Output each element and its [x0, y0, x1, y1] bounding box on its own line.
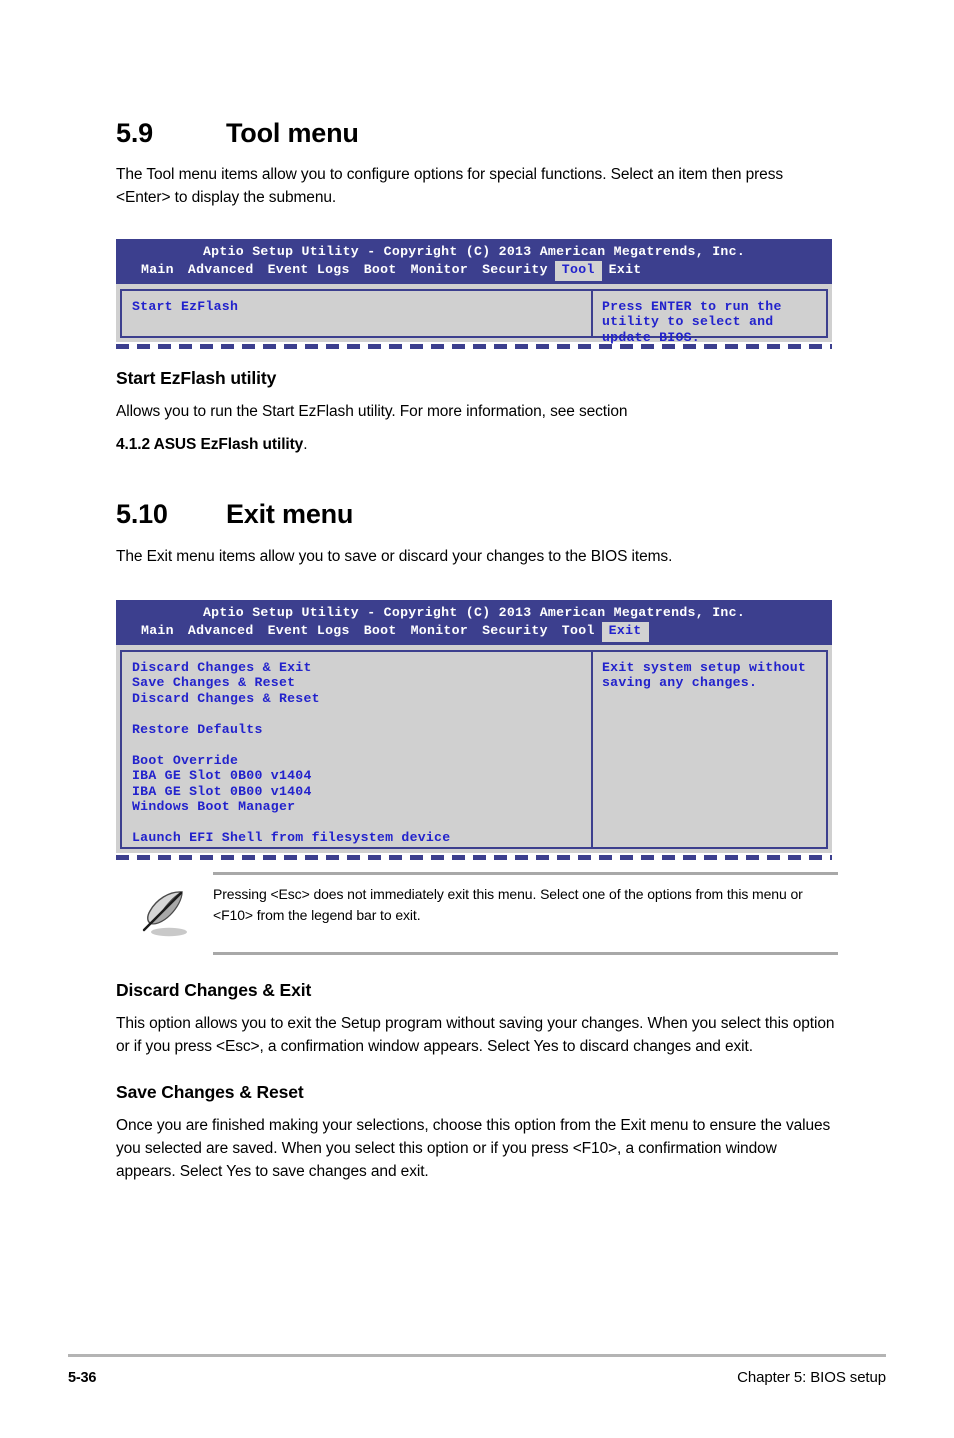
- bios-help-pane-exit: Exit system setup without saving any cha…: [592, 649, 828, 849]
- bios-item-spacer: [132, 815, 591, 831]
- tab-exit[interactable]: Exit: [601, 622, 649, 642]
- bios-item-launch-efi-shell[interactable]: Launch EFI Shell from filesystem device: [132, 830, 591, 846]
- bios-title-exit: Aptio Setup Utility - Copyright (C) 2013…: [202, 604, 746, 620]
- note-callout: Pressing <Esc> does not immediately exit…: [116, 871, 838, 955]
- subheading-save-changes-and-reset: Save Changes & Reset: [116, 1082, 304, 1103]
- section-heading-tool-menu: 5.9 Tool menu: [116, 118, 838, 149]
- bios-item-spacer: [132, 737, 591, 753]
- bios-header-tool: Aptio Setup Utility - Copyright (C) 2013…: [116, 238, 832, 284]
- tab-tool[interactable]: Tool: [554, 261, 602, 281]
- bios-item-save-changes-and-reset[interactable]: Save Changes & Reset: [132, 675, 591, 691]
- footer-chapter-label: Chapter 5: BIOS setup: [737, 1369, 886, 1386]
- bios-screen-tool: Aptio Setup Utility - Copyright (C) 2013…: [116, 238, 832, 349]
- bios-header-exit: Aptio Setup Utility - Copyright (C) 2013…: [116, 599, 832, 645]
- note-bottom-rule: [213, 951, 838, 955]
- bios-help-line: Exit system setup without: [602, 659, 807, 675]
- bios-item-list-exit: Discard Changes & Exit Save Changes & Re…: [120, 649, 592, 849]
- bios-item-list-tool: Start EzFlash: [120, 288, 592, 338]
- bios-dashed-divider-exit: [116, 854, 832, 860]
- tab-boot[interactable]: Boot: [357, 261, 404, 281]
- bios-item-spacer: [132, 706, 591, 722]
- footer-rule: [68, 1354, 886, 1357]
- tab-advanced[interactable]: Advanced: [181, 622, 261, 642]
- bios-item-discard-changes-and-exit[interactable]: Discard Changes & Exit: [132, 660, 591, 676]
- quill-pen-icon: [116, 884, 213, 942]
- bios-item-restore-defaults[interactable]: Restore Defaults: [132, 722, 591, 738]
- bios-item-start-ezflash[interactable]: Start EzFlash: [132, 299, 591, 315]
- tab-main[interactable]: Main: [134, 622, 181, 642]
- tab-security[interactable]: Security: [475, 261, 555, 281]
- discard-changes-and-exit-body: This option allows you to exit the Setup…: [116, 1014, 835, 1055]
- tab-monitor[interactable]: Monitor: [404, 261, 476, 281]
- subheading-discard-changes-and-exit: Discard Changes & Exit: [116, 979, 312, 1000]
- section-number: 5.10: [116, 499, 168, 530]
- bios-help-pane-tool: Press ENTER to run the utility to select…: [592, 288, 828, 345]
- save-changes-and-reset-body: Once you are finished making your select…: [116, 1117, 831, 1181]
- bios-help-line: saving any changes.: [602, 675, 758, 691]
- bios-body-tool: Start EzFlash Press ENTER to run the uti…: [116, 283, 832, 345]
- ezflash-section-reference: 4.1.2 ASUS EzFlash utility: [116, 436, 304, 454]
- start-ezflash-body-reference: 4.1.2 ASUS EzFlash utility.: [116, 434, 838, 457]
- bios-help-line: Press ENTER to run the: [602, 298, 782, 314]
- tab-event-logs[interactable]: Event Logs: [261, 261, 357, 281]
- page-content: 5.9 Tool menu The Tool menu items allow …: [116, 0, 838, 1184]
- tab-boot[interactable]: Boot: [357, 622, 404, 642]
- bios-item-windows-boot-manager[interactable]: Windows Boot Manager: [132, 799, 591, 815]
- section-heading-exit-menu: 5.10 Exit menu: [116, 499, 838, 530]
- tab-advanced[interactable]: Advanced: [181, 261, 261, 281]
- subheading-start-ezflash-utility: Start EzFlash utility: [116, 367, 277, 388]
- tab-security[interactable]: Security: [475, 622, 555, 642]
- bios-item-iba-ge-slot-1[interactable]: IBA GE Slot 0B00 v1404: [132, 768, 591, 784]
- start-ezflash-body-line1: Allows you to run the Start EzFlash util…: [116, 402, 628, 420]
- bios-item-iba-ge-slot-2[interactable]: IBA GE Slot 0B00 v1404: [132, 784, 591, 800]
- bios-help-line: update BIOS.: [602, 329, 700, 345]
- tab-tool[interactable]: Tool: [555, 622, 602, 642]
- tab-monitor[interactable]: Monitor: [404, 622, 476, 642]
- bios-item-discard-changes-and-reset[interactable]: Discard Changes & Reset: [132, 691, 591, 707]
- tab-event-logs[interactable]: Event Logs: [261, 622, 357, 642]
- ezflash-reference-period: .: [303, 436, 308, 454]
- tab-main[interactable]: Main: [134, 261, 181, 281]
- section-number: 5.9: [116, 118, 153, 148]
- page-footer: 5-36 Chapter 5: BIOS setup: [68, 1354, 886, 1386]
- bios-tabbar-tool: Main Advanced Event Logs Boot Monitor Se…: [116, 261, 832, 281]
- bios-title-tool: Aptio Setup Utility - Copyright (C) 2013…: [202, 243, 746, 259]
- bios-screen-exit: Aptio Setup Utility - Copyright (C) 2013…: [116, 599, 832, 860]
- footer-page-number: 5-36: [68, 1370, 97, 1386]
- section-title: Tool menu: [226, 118, 359, 148]
- bios-body-exit: Discard Changes & Exit Save Changes & Re…: [116, 644, 832, 853]
- bios-item-boot-override-label: Boot Override: [132, 752, 239, 768]
- note-inner: Pressing <Esc> does not immediately exit…: [116, 875, 838, 952]
- section-title: Exit menu: [226, 499, 354, 530]
- manual-page: 5.9 Tool menu The Tool menu items allow …: [0, 0, 954, 1438]
- exit-menu-intro-text: The Exit menu items allow you to save or…: [116, 548, 673, 566]
- bios-tabbar-exit: Main Advanced Event Logs Boot Monitor Se…: [116, 622, 832, 642]
- bios-help-line: utility to select and: [602, 314, 774, 330]
- footer-row: 5-36 Chapter 5: BIOS setup: [68, 1369, 886, 1386]
- note-text: Pressing <Esc> does not immediately exit…: [213, 885, 803, 923]
- tab-exit[interactable]: Exit: [602, 261, 649, 281]
- tool-menu-intro-text: The Tool menu items allow you to configu…: [116, 166, 784, 206]
